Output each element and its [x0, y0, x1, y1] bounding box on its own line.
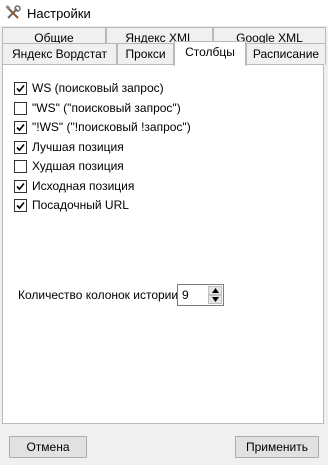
columns-panel: WS (поисковый запрос) "WS" ("поисковый за… — [2, 64, 324, 424]
column-option-label: WS (поисковый запрос) — [32, 81, 164, 95]
column-option[interactable]: Посадочный URL — [14, 196, 129, 214]
column-option-label: "WS" ("поисковый запрос") — [32, 101, 181, 115]
spinner-down-button[interactable] — [208, 295, 222, 304]
checkmark-icon — [16, 182, 25, 190]
tools-icon — [5, 5, 21, 21]
column-option-label: Худшая позиция — [32, 159, 124, 173]
checkmark-icon — [16, 201, 25, 209]
window-title: Настройки — [27, 6, 91, 21]
column-option-label: Исходная позиция — [32, 179, 135, 193]
column-option[interactable]: Исходная позиция — [14, 177, 134, 195]
column-option-label: "!WS" ("!поисковый !запрос") — [32, 120, 191, 134]
spinner-up-button[interactable] — [208, 286, 222, 295]
title-bar: Настройки — [0, 0, 328, 27]
tab-columns[interactable]: Столбцы — [174, 41, 246, 66]
column-option[interactable]: "WS" ("поисковый запрос") — [14, 99, 181, 117]
column-checkbox[interactable] — [14, 140, 27, 154]
column-checkbox[interactable] — [14, 198, 27, 212]
column-checkbox[interactable] — [14, 120, 27, 134]
tab-schedule[interactable]: Расписание — [246, 43, 326, 65]
history-count-value[interactable]: 9 — [182, 288, 189, 302]
column-checkbox[interactable] — [14, 179, 27, 193]
arrow-down-icon — [212, 297, 219, 302]
column-checkbox[interactable] — [14, 81, 27, 95]
column-option[interactable]: "!WS" ("!поисковый !запрос") — [14, 118, 191, 136]
checkmark-icon — [16, 123, 25, 131]
history-count-label: Количество колонок истории: — [18, 288, 182, 302]
checkmark-icon — [16, 143, 25, 151]
column-checkbox[interactable] — [14, 159, 27, 173]
cancel-button[interactable]: Отмена — [9, 436, 87, 458]
column-option-label: Лучшая позиция — [32, 140, 124, 154]
column-option-label: Посадочный URL — [32, 198, 129, 212]
tab-proxy[interactable]: Прокси — [117, 43, 174, 65]
apply-button[interactable]: Применить — [235, 436, 319, 458]
column-option[interactable]: Лучшая позиция — [14, 138, 124, 156]
checkmark-icon — [16, 84, 25, 92]
column-checkbox[interactable] — [14, 101, 27, 115]
column-option[interactable]: Худшая позиция — [14, 157, 124, 175]
arrow-up-icon — [212, 288, 219, 293]
column-option[interactable]: WS (поисковый запрос) — [14, 79, 164, 97]
tab-yandex-wordstat[interactable]: Яндекс Вордстат — [2, 43, 117, 65]
history-count-spinner[interactable]: 9 — [177, 284, 224, 306]
